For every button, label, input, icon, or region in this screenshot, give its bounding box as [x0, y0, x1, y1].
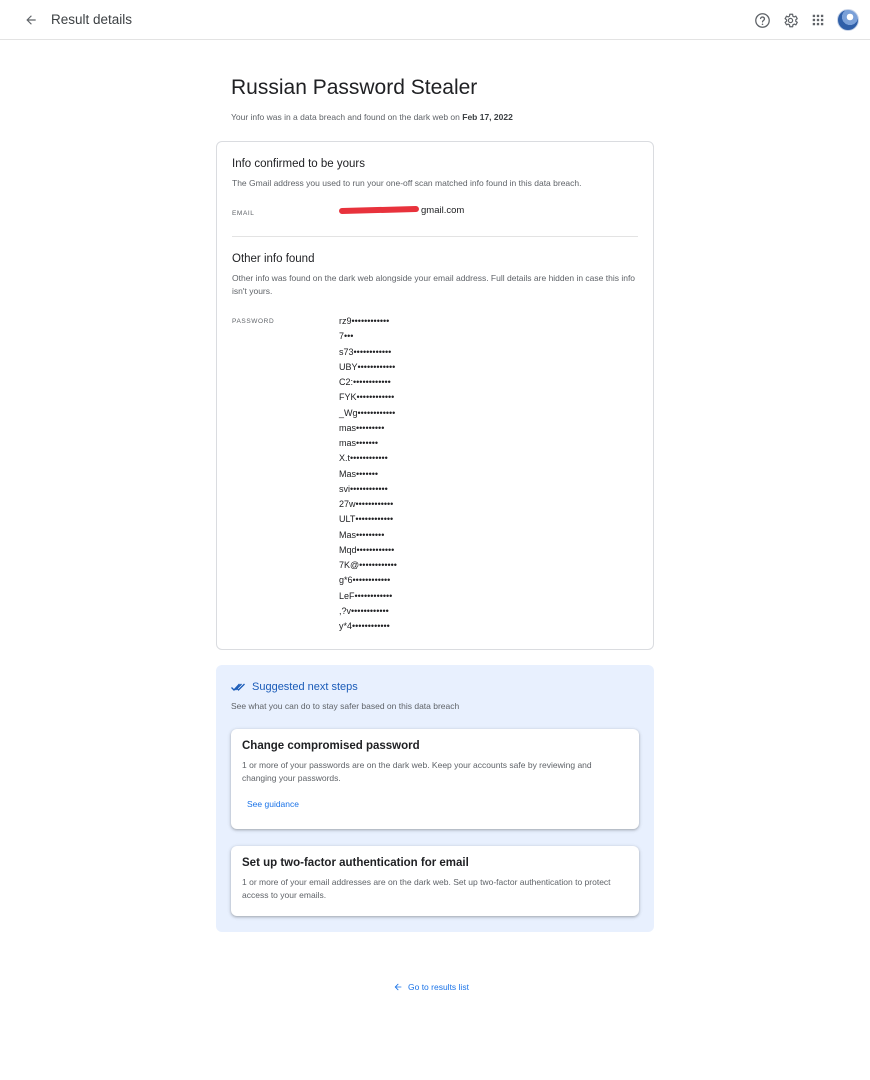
- password-item: svi••••••••••••: [339, 483, 388, 494]
- password-item: s73••••••••••••: [339, 346, 392, 357]
- step-card-title: Change compromised password: [242, 740, 420, 752]
- password-item: 7K@••••••••••••: [339, 560, 397, 570]
- next-steps-description: See what you can do to stay safer based …: [231, 701, 460, 711]
- password-item: g*6••••••••••••: [339, 575, 391, 586]
- step-card-title: Set up two-factor authentication for ema…: [242, 857, 469, 869]
- password-item: mas•••••••: [339, 438, 379, 448]
- change-password-card: Change compromised password 1 or more of…: [231, 729, 639, 829]
- suggested-next-steps-panel: Suggested next steps See what you can do…: [216, 665, 654, 932]
- password-item: Mas•••••••••: [339, 529, 385, 540]
- page-header-title: Result details: [51, 12, 133, 27]
- next-steps-header: Suggested next steps: [231, 681, 358, 693]
- confirmed-section-description: The Gmail address you used to run your o…: [232, 178, 582, 188]
- password-item: mas•••••••••: [339, 422, 385, 433]
- password-item: rz9••••••••••••: [339, 316, 390, 326]
- see-guidance-link[interactable]: See guidance: [247, 799, 299, 809]
- password-item: Mqd••••••••••••: [339, 544, 395, 555]
- go-to-results-label: Go to results list: [408, 982, 469, 992]
- email-value: gmail.com: [338, 205, 465, 216]
- apps-grid-icon[interactable]: [808, 10, 828, 30]
- password-item: Mas•••••••: [339, 468, 379, 479]
- page-title: Russian Password Stealer: [231, 76, 478, 99]
- password-item: 27w••••••••••••: [339, 499, 394, 509]
- password-item: X.t••••••••••••: [339, 453, 388, 464]
- breach-date: Feb 17, 2022: [462, 112, 513, 122]
- two-factor-card: Set up two-factor authentication for ema…: [231, 846, 639, 916]
- other-info-description: Other info was found on the dark web alo…: [232, 273, 636, 296]
- password-item: FYK••••••••••••: [339, 392, 395, 403]
- go-to-results-link[interactable]: Go to results list: [393, 982, 469, 992]
- password-label: PASSWORD: [232, 318, 275, 325]
- top-app-bar: Result details: [0, 0, 870, 40]
- email-suffix: gmail.com: [421, 205, 465, 216]
- password-item: _Wg••••••••••••: [339, 407, 396, 418]
- password-item: ,?v••••••••••••: [339, 605, 389, 616]
- email-label: EMAIL: [232, 210, 255, 217]
- step-card-description: 1 or more of your passwords are on the d…: [242, 760, 592, 783]
- password-item: ULT••••••••••••: [339, 514, 394, 525]
- password-item: 7•••: [339, 331, 354, 342]
- redaction-mark: [338, 206, 420, 215]
- back-arrow-icon[interactable]: [20, 9, 42, 31]
- password-item: UBY••••••••••••: [339, 361, 396, 372]
- password-item: C2:••••••••••••: [339, 377, 391, 387]
- password-item: LeF••••••••••••: [339, 590, 393, 601]
- gear-icon[interactable]: [780, 10, 800, 30]
- breach-info-card: Info confirmed to be yours The Gmail add…: [216, 141, 654, 650]
- subtitle-text: Your info was in a data breach and found…: [231, 112, 463, 122]
- avatar[interactable]: [837, 9, 859, 31]
- help-icon[interactable]: [752, 10, 772, 30]
- step-card-description: 1 or more of your email addresses are on…: [242, 877, 611, 900]
- password-list: rz9•••••••••••• 7••• s73•••••••••••• UBY•••…: [339, 314, 397, 634]
- other-info-section-title: Other info found: [232, 253, 315, 265]
- password-item: y*4••••••••••••: [339, 621, 390, 631]
- breach-subtitle: Your info was in a data breach and found…: [231, 112, 513, 122]
- next-steps-title: Suggested next steps: [252, 681, 358, 693]
- section-divider: [232, 236, 638, 237]
- back-arrow-icon: [394, 983, 402, 991]
- confirmed-section-title: Info confirmed to be yours: [232, 158, 365, 170]
- double-check-icon: [231, 683, 245, 691]
